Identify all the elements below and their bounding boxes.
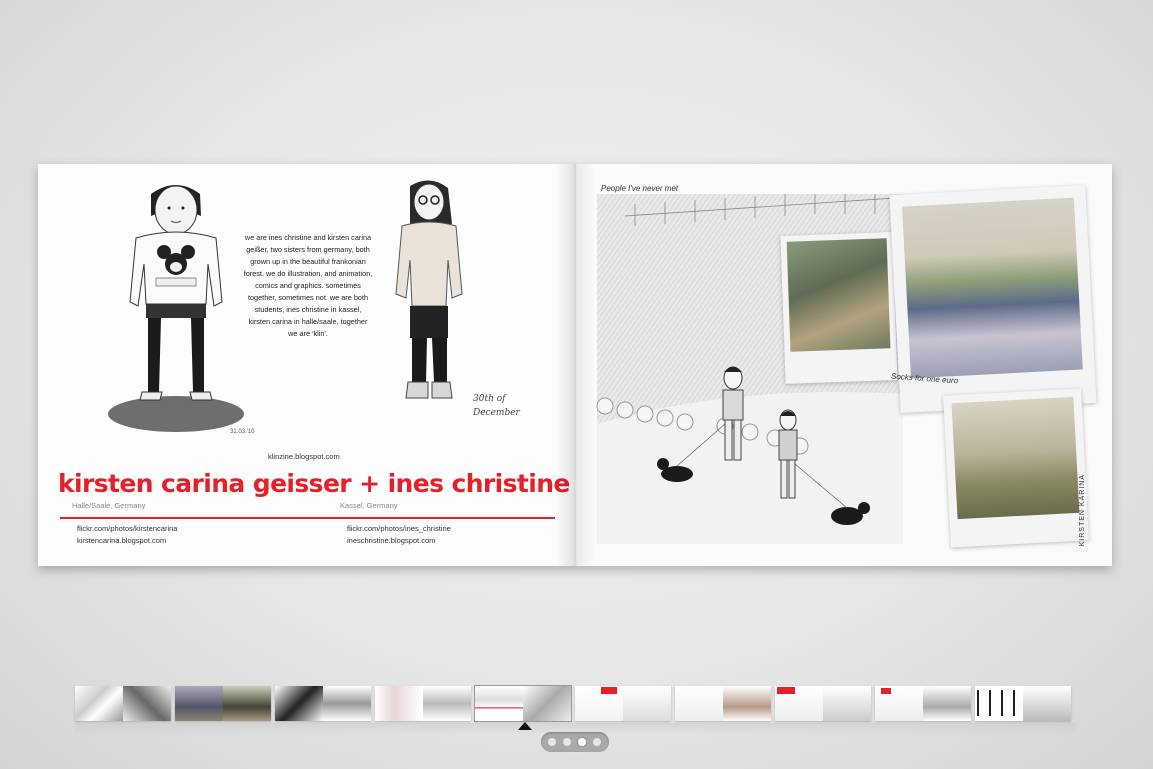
link-kirsten-flickr[interactable]: flickr.com/photos/kirstencarina: [77, 524, 177, 533]
handwritten-date: 30th of December: [473, 394, 520, 418]
polaroid-park: [943, 388, 1089, 548]
page-dot-2[interactable]: [563, 738, 571, 746]
artist-signature: KIRSTEN KARINA: [1079, 474, 1086, 547]
thumbnail-9[interactable]: [875, 686, 971, 721]
polaroid-aerial: [780, 232, 898, 384]
right-page: People I've never met Socks for one euro…: [575, 164, 1112, 566]
left-page: we are ines christine and kirsten carina…: [38, 164, 575, 566]
thumbnail-3[interactable]: [275, 686, 371, 721]
thumbnail-5-active[interactable]: [474, 685, 572, 722]
page-indicator[interactable]: [541, 732, 609, 752]
thumbnail-6[interactable]: [575, 686, 671, 721]
link-ines-flickr[interactable]: flickr.com/photos/ines_christine: [347, 524, 451, 533]
thumbnail-10[interactable]: [975, 686, 1071, 721]
page-dot-4[interactable]: [593, 738, 601, 746]
link-kirsten-blog[interactable]: kirstencarina.blogspot.com: [77, 536, 166, 545]
page-dot-1[interactable]: [548, 738, 556, 746]
spread-title: kirsten carina geisser + ines christine …: [58, 469, 575, 498]
link-ines-blog[interactable]: ineschristine.blogspot.com: [347, 536, 435, 545]
thumbnail-1[interactable]: [75, 686, 171, 721]
sketch-date: 31.03.'10: [230, 429, 255, 435]
location-ines: Kassel, Germany: [340, 501, 398, 510]
thumbnail-8[interactable]: [775, 686, 871, 721]
thumbnail-7[interactable]: [675, 686, 771, 721]
caption-people: People I've never met: [601, 184, 679, 193]
location-kirsten: Halle/Saale, Germany: [72, 501, 146, 510]
blog-link[interactable]: klinzine.blogspot.com: [268, 452, 340, 461]
thumbnail-strip: [75, 685, 1076, 724]
current-page-pointer: [518, 722, 532, 730]
intro-text: we are ines christine and kirsten carina…: [243, 233, 373, 338]
page-dot-3-active[interactable]: [578, 738, 586, 746]
thumbnail-4[interactable]: [375, 686, 471, 721]
title-rule: [60, 517, 555, 519]
book-spread: we are ines christine and kirsten carina…: [38, 164, 1112, 566]
thumbnail-2[interactable]: [175, 686, 271, 721]
